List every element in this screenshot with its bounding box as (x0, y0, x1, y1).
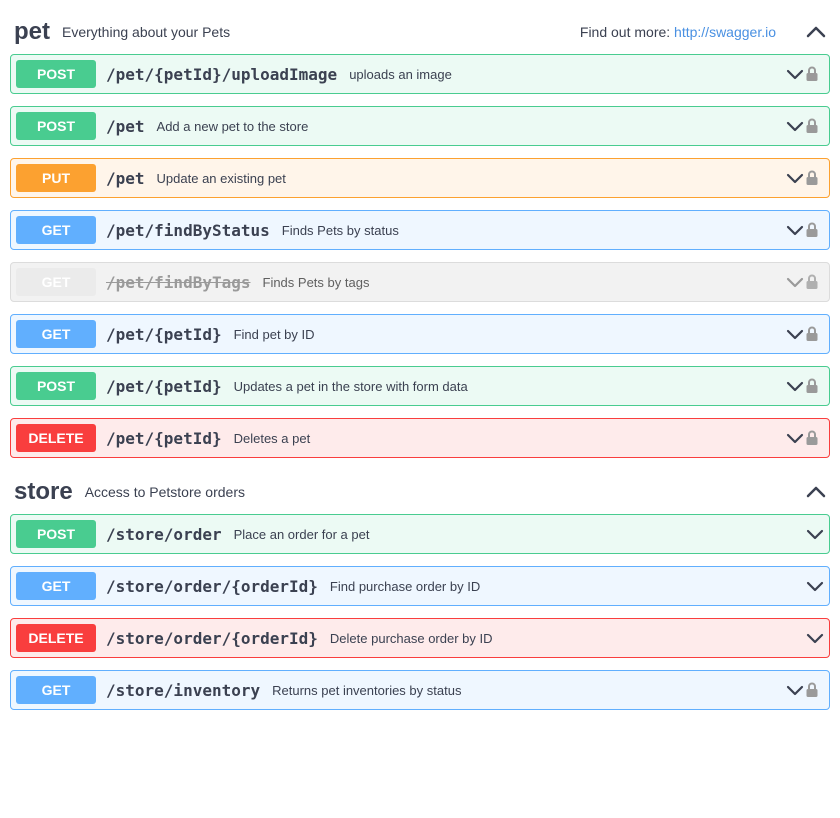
endpoint-path: /pet (106, 117, 145, 136)
endpoint-row[interactable]: POST/pet Add a new pet to the store (10, 106, 830, 146)
chevron-down-icon (802, 581, 824, 592)
endpoint-row[interactable]: GET/pet/{petId} Find pet by ID (10, 314, 830, 354)
endpoint-list-store: POST/store/order Place an order for a pet… (10, 514, 830, 710)
method-badge: GET (16, 572, 96, 600)
method-badge: GET (16, 676, 96, 704)
lock-icon[interactable] (804, 430, 824, 446)
chevron-down-icon (782, 69, 804, 80)
external-docs-link[interactable]: http://swagger.io (674, 24, 776, 40)
endpoint-path: /store/order/{orderId} (106, 629, 318, 648)
tag-name: pet (14, 18, 50, 46)
method-badge: GET (16, 268, 96, 296)
chevron-down-icon (802, 633, 824, 644)
method-badge: POST (16, 372, 96, 400)
endpoint-row[interactable]: GET/pet/findByTags Finds Pets by tags (10, 262, 830, 302)
method-badge: PUT (16, 164, 96, 192)
tag-header-pet[interactable]: pet Everything about your Pets Find out … (10, 10, 830, 54)
tag-header-store[interactable]: store Access to Petstore orders (10, 470, 830, 514)
endpoint-row[interactable]: GET/pet/findByStatus Finds Pets by status (10, 210, 830, 250)
endpoint-path: /pet/{petId} (106, 377, 222, 396)
endpoint-summary: Deletes a pet (234, 431, 311, 446)
endpoint-path: /pet/findByTags (106, 273, 251, 292)
method-badge: GET (16, 216, 96, 244)
chevron-down-icon (782, 685, 804, 696)
method-badge: POST (16, 520, 96, 548)
endpoint-summary: Update an existing pet (157, 171, 286, 186)
endpoint-path: /pet/{petId} (106, 429, 222, 448)
endpoint-summary: Finds Pets by status (282, 223, 399, 238)
lock-icon[interactable] (804, 118, 824, 134)
tag-description: Access to Petstore orders (85, 484, 245, 500)
tag-section-pet: pet Everything about your Pets Find out … (10, 10, 830, 458)
endpoint-path: /store/inventory (106, 681, 260, 700)
tag-description: Everything about your Pets (62, 24, 230, 40)
chevron-down-icon (782, 381, 804, 392)
endpoint-row[interactable]: DELETE/pet/{petId} Deletes a pet (10, 418, 830, 458)
chevron-down-icon (782, 173, 804, 184)
method-badge: POST (16, 60, 96, 88)
method-badge: DELETE (16, 624, 96, 652)
method-badge: GET (16, 320, 96, 348)
tag-name: store (14, 478, 73, 506)
method-badge: POST (16, 112, 96, 140)
chevron-up-icon (806, 486, 826, 498)
endpoint-summary: Find pet by ID (234, 327, 315, 342)
tag-external-docs: Find out more: http://swagger.io (580, 24, 776, 40)
chevron-down-icon (782, 121, 804, 132)
endpoint-summary: Delete purchase order by ID (330, 631, 493, 646)
chevron-down-icon (782, 329, 804, 340)
lock-icon[interactable] (804, 274, 824, 290)
endpoint-path: /pet/{petId} (106, 325, 222, 344)
chevron-down-icon (782, 433, 804, 444)
lock-icon[interactable] (804, 378, 824, 394)
endpoint-row[interactable]: POST/pet/{petId} Updates a pet in the sto… (10, 366, 830, 406)
chevron-down-icon (802, 529, 824, 540)
method-badge: DELETE (16, 424, 96, 452)
lock-icon[interactable] (804, 222, 824, 238)
chevron-up-icon (806, 26, 826, 38)
endpoint-summary: uploads an image (349, 67, 452, 82)
lock-icon[interactable] (804, 682, 824, 698)
endpoint-summary: Returns pet inventories by status (272, 683, 461, 698)
chevron-down-icon (782, 225, 804, 236)
lock-icon[interactable] (804, 170, 824, 186)
endpoint-row[interactable]: GET/store/order/{orderId} Find purchase o… (10, 566, 830, 606)
endpoint-path: /store/order (106, 525, 222, 544)
endpoint-row[interactable]: DELETE/store/order/{orderId} Delete purch… (10, 618, 830, 658)
endpoint-row[interactable]: POST/store/order Place an order for a pet (10, 514, 830, 554)
endpoint-summary: Updates a pet in the store with form dat… (234, 379, 468, 394)
endpoint-summary: Find purchase order by ID (330, 579, 480, 594)
endpoint-summary: Add a new pet to the store (157, 119, 309, 134)
lock-icon[interactable] (804, 66, 824, 82)
endpoint-path: /store/order/{orderId} (106, 577, 318, 596)
tag-section-store: store Access to Petstore orders POST/sto… (10, 470, 830, 710)
endpoint-row[interactable]: POST/pet/{petId}/uploadImage uploads an i… (10, 54, 830, 94)
endpoint-row[interactable]: GET/store/inventory Returns pet inventori… (10, 670, 830, 710)
chevron-down-icon (782, 277, 804, 288)
endpoint-summary: Place an order for a pet (234, 527, 370, 542)
lock-icon[interactable] (804, 326, 824, 342)
endpoint-row[interactable]: PUT/pet Update an existing pet (10, 158, 830, 198)
endpoint-path: /pet/findByStatus (106, 221, 270, 240)
endpoint-path: /pet (106, 169, 145, 188)
endpoint-path: /pet/{petId}/uploadImage (106, 65, 337, 84)
endpoint-list-pet: POST/pet/{petId}/uploadImage uploads an i… (10, 54, 830, 458)
endpoint-summary: Finds Pets by tags (263, 275, 370, 290)
